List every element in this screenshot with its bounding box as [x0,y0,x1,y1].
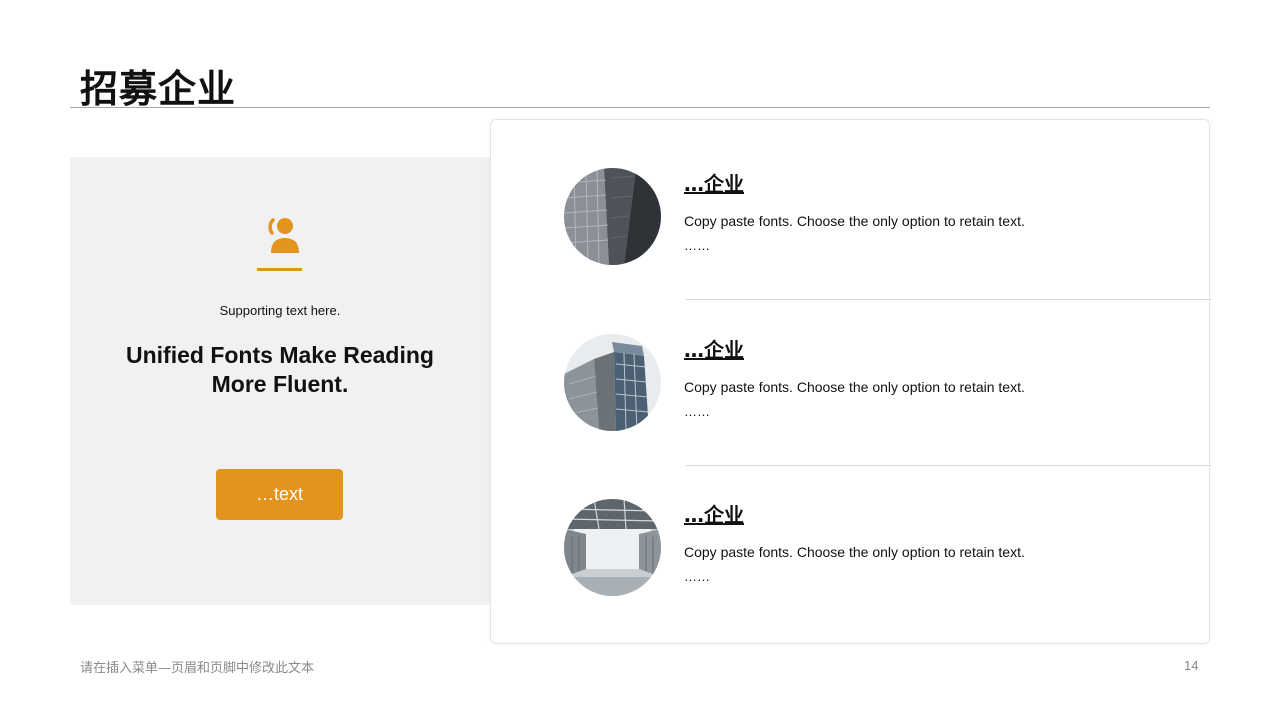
text-button[interactable]: …text [216,469,343,520]
left-panel: Supporting text here. Unified Fonts Make… [70,157,490,605]
page-number: 14 [1184,658,1199,673]
title-divider [70,107,1210,108]
page-title: 招募企业 [80,67,237,111]
item-title: …企业 [684,338,744,362]
list-item: …企业 Copy paste fonts. Choose the only op… [491,120,1211,286]
item-description: Copy paste fonts. Choose the only option… [684,544,1025,560]
item-more: …… [684,569,710,584]
item-title: …企业 [684,503,744,527]
item-more: …… [684,238,710,253]
panel-headline: Unified Fonts Make Reading More Fluent. [126,342,434,397]
list-item: …企业 Copy paste fonts. Choose the only op… [491,451,1211,617]
item-description: Copy paste fonts. Choose the only option… [684,379,1025,395]
item-description: Copy paste fonts. Choose the only option… [684,213,1025,229]
item-title: …企业 [684,172,744,196]
skyscraper-photo [564,168,661,265]
company-list-card: …企业 Copy paste fonts. Choose the only op… [490,119,1211,644]
person-icon [259,215,303,259]
glass-tower-photo [564,334,661,431]
item-more: …… [684,404,710,419]
list-item: …企业 Copy paste fonts. Choose the only op… [491,286,1211,452]
footer-text: 请在插入菜单—页眉和页脚中修改此文本 [80,661,315,676]
interior-atrium-photo [564,499,661,596]
icon-underline [257,268,302,271]
supporting-text: Supporting text here. [219,303,341,318]
